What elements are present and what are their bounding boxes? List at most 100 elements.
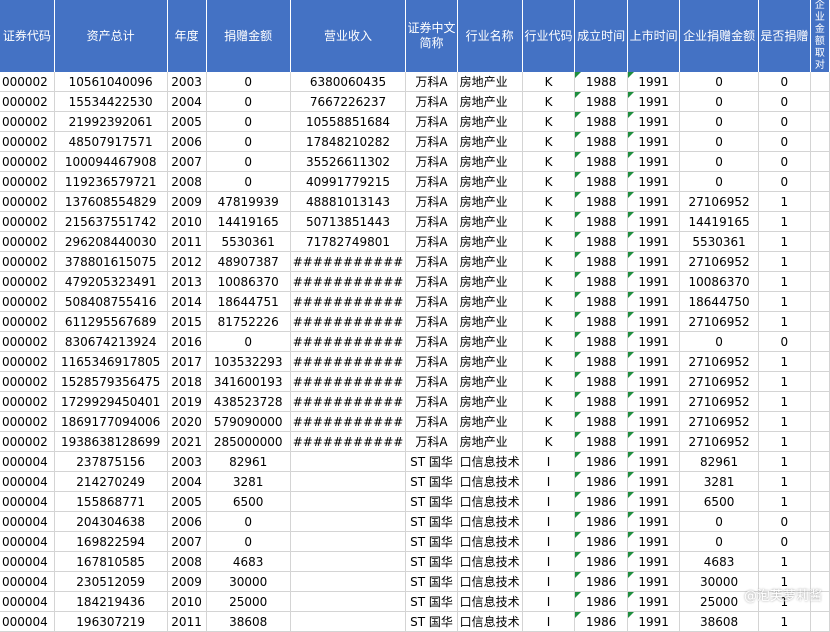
cell-code[interactable]: 000002 bbox=[0, 151, 55, 172]
cell-industry[interactable]: 口信息技术 bbox=[457, 511, 523, 532]
cell-assets[interactable]: 508408755416 bbox=[54, 291, 168, 312]
cell-industry[interactable]: 房地产业 bbox=[457, 431, 523, 452]
cell-assets[interactable]: 21992392061 bbox=[54, 111, 168, 132]
cell-name[interactable]: 万科A bbox=[405, 151, 458, 172]
cell-is-donate[interactable]: 1 bbox=[758, 271, 811, 292]
cell-industry[interactable]: 房地产业 bbox=[457, 231, 523, 252]
cell-assets[interactable]: 479205323491 bbox=[54, 271, 168, 292]
cell-year[interactable]: 2010 bbox=[167, 591, 207, 612]
cell-log-donation[interactable] bbox=[810, 231, 830, 252]
cell-founded[interactable]: 1986 bbox=[574, 471, 628, 492]
cell-founded[interactable]: 1988 bbox=[574, 271, 628, 292]
cell-donation[interactable]: 0 bbox=[206, 111, 291, 132]
cell-industry[interactable]: 房地产业 bbox=[457, 411, 523, 432]
cell-founded[interactable]: 1988 bbox=[574, 331, 628, 352]
cell-founded[interactable]: 1986 bbox=[574, 571, 628, 592]
cell-icode[interactable]: I bbox=[522, 531, 576, 552]
cell-revenue[interactable]: 7667226237 bbox=[290, 91, 407, 112]
cell-assets[interactable]: 378801615075 bbox=[54, 251, 168, 272]
cell-founded[interactable]: 1988 bbox=[574, 131, 628, 152]
cell-icode[interactable]: K bbox=[522, 391, 576, 412]
cell-assets[interactable]: 230512059 bbox=[54, 571, 168, 592]
cell-name[interactable]: 万科A bbox=[405, 431, 458, 452]
cell-industry[interactable]: 口信息技术 bbox=[457, 571, 523, 592]
cell-code[interactable]: 000002 bbox=[0, 311, 55, 332]
cell-code[interactable]: 000002 bbox=[0, 431, 55, 452]
cell-assets[interactable]: 830674213924 bbox=[54, 331, 168, 352]
cell-assets[interactable]: 48507917571 bbox=[54, 131, 168, 152]
cell-year[interactable]: 2016 bbox=[167, 331, 207, 352]
cell-is-donate[interactable]: 1 bbox=[758, 291, 811, 312]
cell-year[interactable]: 2018 bbox=[167, 371, 207, 392]
cell-log-donation[interactable] bbox=[810, 351, 830, 372]
cell-industry[interactable]: 口信息技术 bbox=[457, 551, 523, 572]
cell-assets[interactable]: 155868771 bbox=[54, 491, 168, 512]
column-header[interactable]: 是否捐赠 bbox=[758, 0, 811, 72]
cell-log-donation[interactable] bbox=[810, 371, 830, 392]
cell-revenue[interactable] bbox=[290, 491, 407, 512]
cell-code[interactable]: 000004 bbox=[0, 511, 55, 532]
cell-listed[interactable]: 1991 bbox=[627, 72, 681, 92]
cell-founded[interactable]: 1986 bbox=[574, 491, 628, 512]
cell-icode[interactable]: K bbox=[522, 171, 576, 192]
cell-donation[interactable]: 18644751 bbox=[206, 291, 291, 312]
cell-donation[interactable]: 438523728 bbox=[206, 391, 291, 412]
cell-revenue[interactable]: 48881013143 bbox=[290, 191, 407, 212]
cell-assets[interactable]: 1165346917805 bbox=[54, 351, 168, 372]
cell-listed[interactable]: 1991 bbox=[627, 91, 681, 112]
cell-name[interactable]: ST 国华 bbox=[405, 471, 458, 492]
cell-founded[interactable]: 1988 bbox=[574, 251, 628, 272]
cell-industry[interactable]: 口信息技术 bbox=[457, 491, 523, 512]
cell-is-donate[interactable]: 1 bbox=[758, 371, 811, 392]
cell-is-donate[interactable]: 1 bbox=[758, 391, 811, 412]
cell-listed[interactable]: 1991 bbox=[627, 491, 681, 512]
cell-industry[interactable]: 房地产业 bbox=[457, 311, 523, 332]
cell-founded[interactable]: 1988 bbox=[574, 72, 628, 92]
cell-year[interactable]: 2006 bbox=[167, 511, 207, 532]
cell-log-donation[interactable] bbox=[810, 531, 830, 552]
cell-icode[interactable]: K bbox=[522, 211, 576, 232]
cell-founded[interactable]: 1986 bbox=[574, 451, 628, 472]
cell-revenue[interactable]: ########### bbox=[290, 291, 407, 312]
cell-code[interactable]: 000004 bbox=[0, 451, 55, 472]
cell-revenue[interactable] bbox=[290, 511, 407, 532]
cell-corp-donation[interactable]: 6500 bbox=[679, 491, 759, 512]
cell-code[interactable]: 000002 bbox=[0, 411, 55, 432]
cell-listed[interactable]: 1991 bbox=[627, 131, 681, 152]
cell-is-donate[interactable]: 1 bbox=[758, 251, 811, 272]
cell-log-donation[interactable] bbox=[810, 551, 830, 572]
cell-assets[interactable]: 1528579356475 bbox=[54, 371, 168, 392]
cell-listed[interactable]: 1991 bbox=[627, 111, 681, 132]
cell-assets[interactable]: 296208440030 bbox=[54, 231, 168, 252]
cell-founded[interactable]: 1988 bbox=[574, 111, 628, 132]
cell-assets[interactable]: 204304638 bbox=[54, 511, 168, 532]
cell-assets[interactable]: 1869177094006 bbox=[54, 411, 168, 432]
cell-donation[interactable]: 285000000 bbox=[206, 431, 291, 452]
cell-corp-donation[interactable]: 38608 bbox=[679, 611, 759, 632]
cell-corp-donation[interactable]: 0 bbox=[679, 72, 759, 92]
cell-revenue[interactable]: ########### bbox=[290, 251, 407, 272]
cell-code[interactable]: 000002 bbox=[0, 391, 55, 412]
cell-founded[interactable]: 1988 bbox=[574, 191, 628, 212]
cell-log-donation[interactable] bbox=[810, 391, 830, 412]
cell-code[interactable]: 000002 bbox=[0, 251, 55, 272]
cell-listed[interactable]: 1991 bbox=[627, 371, 681, 392]
cell-code[interactable]: 000004 bbox=[0, 591, 55, 612]
cell-industry[interactable]: 房地产业 bbox=[457, 131, 523, 152]
cell-is-donate[interactable]: 1 bbox=[758, 471, 811, 492]
cell-icode[interactable]: I bbox=[522, 611, 576, 632]
cell-code[interactable]: 000004 bbox=[0, 471, 55, 492]
cell-year[interactable]: 2019 bbox=[167, 391, 207, 412]
cell-revenue[interactable]: ########### bbox=[290, 331, 407, 352]
cell-assets[interactable]: 1938638128699 bbox=[54, 431, 168, 452]
cell-is-donate[interactable]: 1 bbox=[758, 311, 811, 332]
cell-log-donation[interactable] bbox=[810, 151, 830, 172]
cell-corp-donation[interactable]: 0 bbox=[679, 91, 759, 112]
cell-name[interactable]: ST 国华 bbox=[405, 611, 458, 632]
cell-name[interactable]: 万科A bbox=[405, 131, 458, 152]
cell-icode[interactable]: K bbox=[522, 351, 576, 372]
cell-name[interactable]: ST 国华 bbox=[405, 491, 458, 512]
cell-industry[interactable]: 房地产业 bbox=[457, 391, 523, 412]
cell-log-donation[interactable] bbox=[810, 171, 830, 192]
cell-year[interactable]: 2017 bbox=[167, 351, 207, 372]
